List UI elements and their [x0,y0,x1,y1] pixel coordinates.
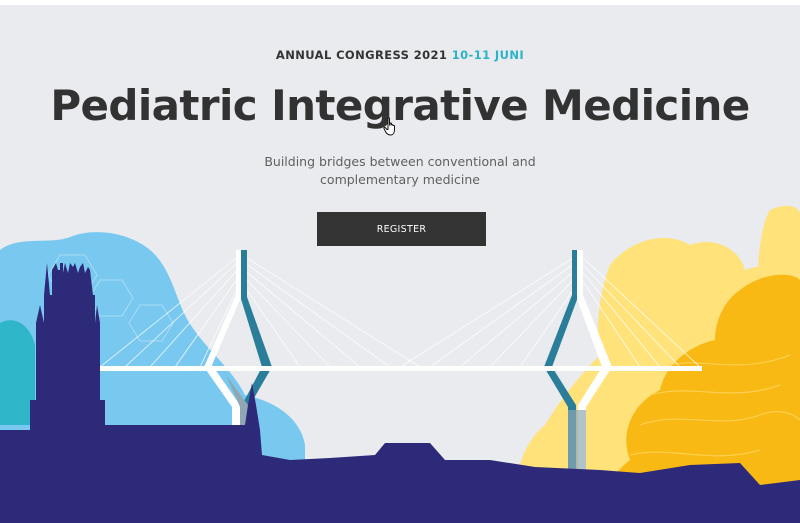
hand-pointer-icon [383,117,395,136]
hero-section: ANNUAL CONGRESS 2021 10-11 JUNI Pediatri… [0,5,800,523]
event-dates: 10-11 JUNI [451,48,525,62]
event-eyebrow: ANNUAL CONGRESS 2021 10-11 JUNI [0,48,800,62]
register-button[interactable]: REGISTER [317,212,486,246]
subtitle: Building bridges between conventional an… [0,153,800,189]
page-title: Pediatric Integrative Medicine [50,81,750,130]
subtitle-line-1: Building bridges between conventional an… [264,154,536,169]
subtitle-line-2: complementary medicine [320,172,480,187]
event-label: ANNUAL CONGRESS 2021 [275,48,448,62]
